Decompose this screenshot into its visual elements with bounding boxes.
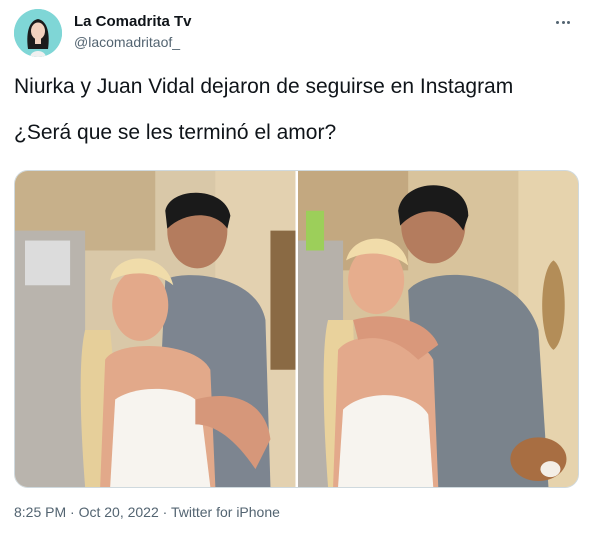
couple-kiss-photo-icon [297, 171, 578, 487]
author-handle[interactable]: @lacomadritaof_ [74, 34, 180, 50]
tweet-media[interactable] [14, 170, 579, 488]
tweet-date[interactable]: Oct 20, 2022 [79, 504, 159, 520]
more-icon-dot [561, 20, 565, 24]
tweet-time[interactable]: 8:25 PM [14, 504, 66, 520]
more-icon-dot [567, 20, 571, 24]
avatar-illustration-icon [14, 9, 62, 57]
meta-separator: · [162, 504, 171, 520]
tweet-client[interactable]: Twitter for iPhone [171, 504, 280, 520]
tweet-text-line-1: Niurka y Juan Vidal dejaron de seguirse … [14, 75, 514, 98]
couple-photo-icon [15, 171, 296, 487]
photo-1[interactable] [15, 171, 296, 487]
more-icon [555, 20, 559, 24]
tweet-text: Niurka y Juan Vidal dejaron de seguirse … [14, 73, 574, 147]
author-display-name[interactable]: La Comadrita Tv [74, 13, 192, 30]
more-options-button[interactable] [553, 12, 573, 32]
tweet-text-line-2: ¿Será que se les terminó el amor? [14, 121, 337, 144]
author-avatar[interactable] [14, 9, 62, 57]
photo-2[interactable] [297, 171, 578, 487]
meta-separator: · [70, 504, 79, 520]
tweet-meta: 8:25 PM · Oct 20, 2022 · Twitter for iPh… [14, 504, 280, 520]
